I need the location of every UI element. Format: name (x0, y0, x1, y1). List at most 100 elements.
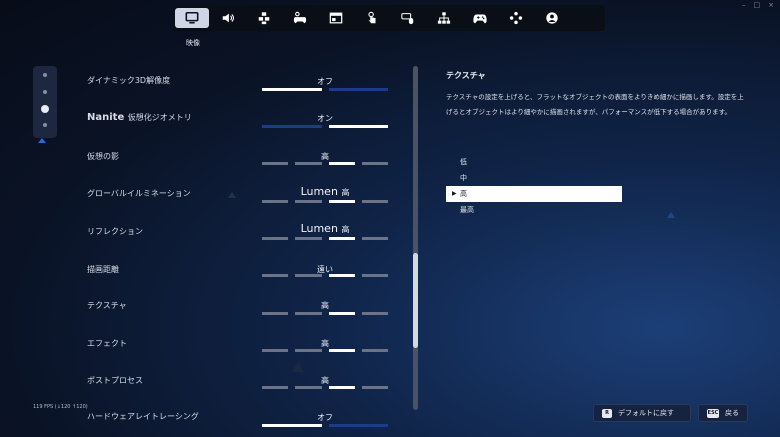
category-tab-bar (173, 5, 605, 31)
setting-segment[interactable] (361, 386, 388, 389)
setting-value: オフ (317, 77, 333, 86)
setting-label: ダイナミック3D解像度 (87, 76, 171, 85)
setting-segment[interactable] (328, 349, 355, 352)
decor-triangle-icon (292, 362, 304, 372)
fps-counter: 119 FPS (↓120 ↑120) (33, 404, 88, 410)
tab-controller-settings[interactable] (283, 8, 317, 28)
setting-label: 描画距離 (87, 265, 119, 274)
setting-segment[interactable] (295, 200, 322, 203)
key-hint-esc: ESC (707, 408, 719, 418)
setting-slider-draw-distance[interactable] (262, 274, 388, 277)
setting-segment[interactable] (361, 237, 388, 240)
setting-toggle-dynamic-resolution[interactable] (262, 88, 388, 91)
network-icon (437, 12, 451, 24)
setting-value: Lumen 高 (300, 185, 350, 198)
back-label: 戻る (725, 409, 739, 417)
setting-segment[interactable] (328, 200, 355, 203)
setting-segment[interactable] (262, 424, 322, 427)
setting-slider-textures[interactable] (262, 312, 388, 315)
setting-toggle-hardware-raytracing[interactable] (262, 424, 388, 427)
tab-interface[interactable] (319, 8, 353, 28)
window-layout-icon (329, 12, 343, 24)
setting-segment[interactable] (328, 274, 355, 277)
key-hint-r: R (602, 408, 612, 418)
setting-slider-effects[interactable] (262, 349, 388, 352)
setting-label: グローバルイルミネーション (87, 189, 191, 198)
setting-segment[interactable] (328, 125, 388, 128)
setting-segment[interactable] (361, 162, 388, 165)
accessibility-icon (258, 12, 270, 25)
tab-keyboard-mouse[interactable] (391, 8, 425, 28)
setting-label: リフレクション (87, 227, 143, 236)
option-item[interactable]: 中 (446, 170, 622, 186)
setting-segment[interactable] (328, 312, 355, 315)
setting-segment[interactable] (262, 386, 289, 389)
account-icon (546, 12, 558, 24)
setting-toggle-nanite[interactable] (262, 125, 388, 128)
setting-segment[interactable] (262, 200, 289, 203)
setting-segment[interactable] (295, 237, 322, 240)
scrollbar-track[interactable] (413, 66, 418, 410)
page-dot[interactable] (43, 123, 47, 127)
setting-segment[interactable] (295, 349, 322, 352)
setting-label: テクスチャ (87, 301, 127, 310)
tab-control-layout[interactable] (499, 8, 533, 28)
setting-slider-reflections[interactable] (262, 237, 388, 240)
option-item[interactable]: ▶ 高 (446, 186, 622, 202)
tab-accessibility[interactable] (247, 8, 281, 28)
decor-triangle-icon (228, 192, 236, 198)
setting-slider-virtual-shadows[interactable] (262, 162, 388, 165)
setting-label: Nanite 仮想化ジオメトリ (87, 112, 192, 123)
setting-segment[interactable] (262, 312, 289, 315)
setting-segment[interactable] (328, 88, 388, 91)
tab-video[interactable] (175, 8, 209, 28)
tab-audio[interactable] (211, 8, 245, 28)
detail-option-list: 低 中 ▶ 高 最高 (446, 154, 622, 218)
reset-defaults-button[interactable]: R デフォルトに戻す (593, 404, 691, 422)
setting-segment[interactable] (361, 274, 388, 277)
setting-label: ポストプロセス (87, 376, 143, 385)
setting-segment[interactable] (262, 349, 289, 352)
option-item[interactable]: 最高 (446, 202, 622, 218)
back-button[interactable]: ESC 戻る (698, 404, 748, 422)
maximize-button[interactable]: □ (754, 1, 761, 9)
setting-value: 高 (321, 152, 329, 161)
setting-segment[interactable] (361, 312, 388, 315)
setting-segment[interactable] (262, 237, 289, 240)
tab-touch[interactable] (355, 8, 389, 28)
tab-controller[interactable] (463, 8, 497, 28)
page-dot[interactable] (43, 90, 47, 94)
detail-description: テクスチャの設定を上げると、フラットなオブジェクトの表面をよりきめ細かに描画しま… (446, 93, 744, 116)
setting-segment[interactable] (262, 88, 322, 91)
setting-value: オン (317, 114, 333, 123)
setting-slider-global-illumination[interactable] (262, 200, 388, 203)
setting-segment[interactable] (361, 200, 388, 203)
detail-title: テクスチャ (446, 71, 486, 80)
setting-label: ハードウェアレイトレーシング (87, 412, 199, 421)
keyboard-mouse-icon (401, 13, 414, 25)
setting-segment[interactable] (295, 162, 322, 165)
setting-slider-post-processing[interactable] (262, 386, 388, 389)
minimize-button[interactable]: – (742, 1, 746, 9)
setting-segment[interactable] (328, 237, 355, 240)
setting-segment[interactable] (328, 386, 355, 389)
option-item[interactable]: 低 (446, 154, 622, 170)
reset-defaults-label: デフォルトに戻す (618, 409, 674, 417)
scrollbar-thumb[interactable] (413, 253, 418, 348)
tab-network[interactable] (427, 8, 461, 28)
setting-segment[interactable] (262, 162, 289, 165)
setting-segment[interactable] (328, 424, 388, 427)
setting-segment[interactable] (361, 349, 388, 352)
setting-segment[interactable] (262, 274, 289, 277)
setting-segment[interactable] (262, 125, 322, 128)
setting-segment[interactable] (328, 162, 355, 165)
decor-triangle-icon (667, 212, 675, 218)
setting-segment[interactable] (295, 274, 322, 277)
setting-value: オフ (317, 413, 333, 422)
page-dot[interactable] (43, 73, 47, 77)
setting-segment[interactable] (295, 312, 322, 315)
page-dot-active[interactable] (41, 105, 49, 113)
close-button[interactable]: × (768, 1, 774, 9)
tab-account[interactable] (535, 8, 569, 28)
setting-segment[interactable] (295, 386, 322, 389)
